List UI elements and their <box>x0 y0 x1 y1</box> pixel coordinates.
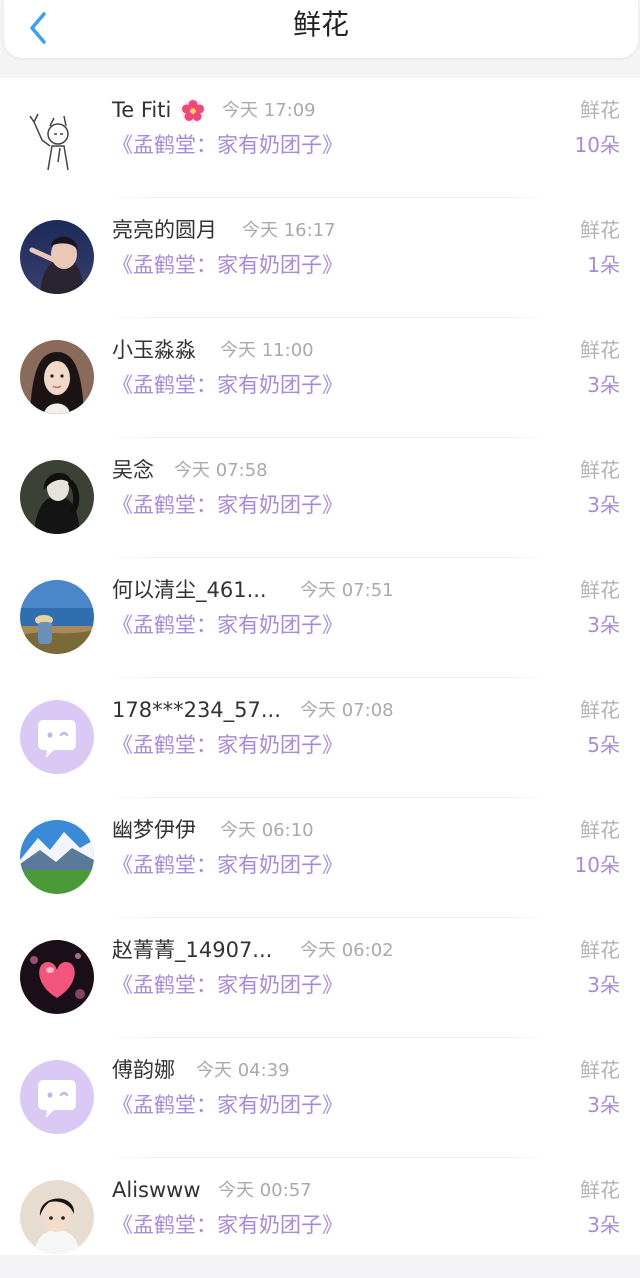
avatar[interactable] <box>20 700 94 774</box>
gift-count: 10朵 <box>574 853 620 877</box>
gift-time: 今天 04:39 <box>196 1060 290 1081</box>
book-title-link[interactable]: 《孟鹤堂：家有奶团子》 <box>112 850 343 880</box>
gift-type-label: 鲜花 <box>580 818 620 842</box>
book-title-link[interactable]: 《孟鹤堂：家有奶团子》 <box>112 730 343 760</box>
avatar[interactable] <box>20 100 94 174</box>
list-item[interactable]: 何以清尘_461... 今天 07:51 《孟鹤堂：家有奶团子》 鲜花 3朵 <box>0 558 640 678</box>
avatar[interactable] <box>20 460 94 534</box>
list-item[interactable]: 幽梦伊伊 今天 06:10 《孟鹤堂：家有奶团子》 鲜花 10朵 <box>0 798 640 918</box>
list-item[interactable]: 吴念 今天 07:58 《孟鹤堂：家有奶团子》 鲜花 3朵 <box>0 438 640 558</box>
user-nickname: 赵菁菁_14907... <box>112 938 273 962</box>
user-nickname: 傅韵娜 <box>112 1058 175 1082</box>
gift-count: 3朵 <box>587 973 620 997</box>
gift-time: 今天 17:09 <box>222 100 316 121</box>
list-item[interactable]: 小玉淼淼 今天 11:00 《孟鹤堂：家有奶团子》 鲜花 3朵 <box>0 318 640 438</box>
gift-time: 今天 00:57 <box>218 1180 312 1201</box>
gift-time: 今天 11:00 <box>220 340 314 361</box>
gift-type-label: 鲜花 <box>580 98 620 122</box>
gift-type-label: 鲜花 <box>580 1178 620 1202</box>
user-nickname: 小玉淼淼 <box>112 338 196 362</box>
flower-gift-list: Te Fiti 今天 17:09 《孟鹤堂：家有奶团子》 鲜花 10朵 亮亮的圆… <box>0 78 640 1255</box>
user-nickname: 178***234_57... <box>112 698 281 722</box>
gift-type-label: 鲜花 <box>580 578 620 602</box>
book-title-link[interactable]: 《孟鹤堂：家有奶团子》 <box>112 130 343 160</box>
list-item[interactable]: 傅韵娜 今天 04:39 《孟鹤堂：家有奶团子》 鲜花 3朵 <box>0 1038 640 1158</box>
user-nickname: Te Fiti <box>112 98 172 122</box>
gift-type-label: 鲜花 <box>580 938 620 962</box>
gift-count: 3朵 <box>587 613 620 637</box>
list-item[interactable]: 亮亮的圆月 今天 16:17 《孟鹤堂：家有奶团子》 鲜花 1朵 <box>0 198 640 318</box>
user-nickname: Aliswww <box>112 1178 201 1202</box>
gift-time: 今天 07:58 <box>174 460 268 481</box>
book-title-link[interactable]: 《孟鹤堂：家有奶团子》 <box>112 490 343 520</box>
book-title-link[interactable]: 《孟鹤堂：家有奶团子》 <box>112 610 343 640</box>
gift-count: 1朵 <box>587 253 620 277</box>
top-bar: 鲜花 <box>4 0 638 58</box>
avatar[interactable] <box>20 1180 94 1254</box>
gift-count: 3朵 <box>587 1213 620 1237</box>
gift-count: 5朵 <box>587 733 620 757</box>
gift-type-label: 鲜花 <box>580 1058 620 1082</box>
list-item[interactable]: Te Fiti 今天 17:09 《孟鹤堂：家有奶团子》 鲜花 10朵 <box>0 78 640 198</box>
gift-type-label: 鲜花 <box>580 218 620 242</box>
gift-time: 今天 06:02 <box>300 940 394 961</box>
avatar[interactable] <box>20 1060 94 1134</box>
user-nickname: 亮亮的圆月 <box>112 218 217 242</box>
gift-count: 3朵 <box>587 373 620 397</box>
gift-time: 今天 06:10 <box>220 820 314 841</box>
user-nickname: 吴念 <box>112 458 154 482</box>
gift-time: 今天 16:17 <box>242 220 336 241</box>
user-nickname: 何以清尘_461... <box>112 578 267 602</box>
flower-icon <box>181 99 205 123</box>
avatar[interactable] <box>20 940 94 1014</box>
book-title-link[interactable]: 《孟鹤堂：家有奶团子》 <box>112 250 343 280</box>
list-item[interactable]: Aliswww 今天 00:57 《孟鹤堂：家有奶团子》 鲜花 3朵 <box>0 1158 640 1278</box>
gift-type-label: 鲜花 <box>580 698 620 722</box>
gift-count: 3朵 <box>587 493 620 517</box>
avatar[interactable] <box>20 580 94 654</box>
list-item[interactable]: 178***234_57... 今天 07:08 《孟鹤堂：家有奶团子》 鲜花 … <box>0 678 640 798</box>
gift-type-label: 鲜花 <box>580 458 620 482</box>
avatar[interactable] <box>20 220 94 294</box>
gift-time: 今天 07:51 <box>300 580 394 601</box>
user-nickname: 幽梦伊伊 <box>112 818 196 842</box>
book-title-link[interactable]: 《孟鹤堂：家有奶团子》 <box>112 1210 343 1240</box>
gift-time: 今天 07:08 <box>300 700 394 721</box>
book-title-link[interactable]: 《孟鹤堂：家有奶团子》 <box>112 970 343 1000</box>
list-item[interactable]: 赵菁菁_14907... 今天 06:02 《孟鹤堂：家有奶团子》 鲜花 3朵 <box>0 918 640 1038</box>
avatar[interactable] <box>20 340 94 414</box>
book-title-link[interactable]: 《孟鹤堂：家有奶团子》 <box>112 1090 343 1120</box>
gift-count: 10朵 <box>574 133 620 157</box>
gift-count: 3朵 <box>587 1093 620 1117</box>
page-title: 鲜花 <box>292 8 349 41</box>
book-title-link[interactable]: 《孟鹤堂：家有奶团子》 <box>112 370 343 400</box>
avatar[interactable] <box>20 820 94 894</box>
gift-type-label: 鲜花 <box>580 338 620 362</box>
